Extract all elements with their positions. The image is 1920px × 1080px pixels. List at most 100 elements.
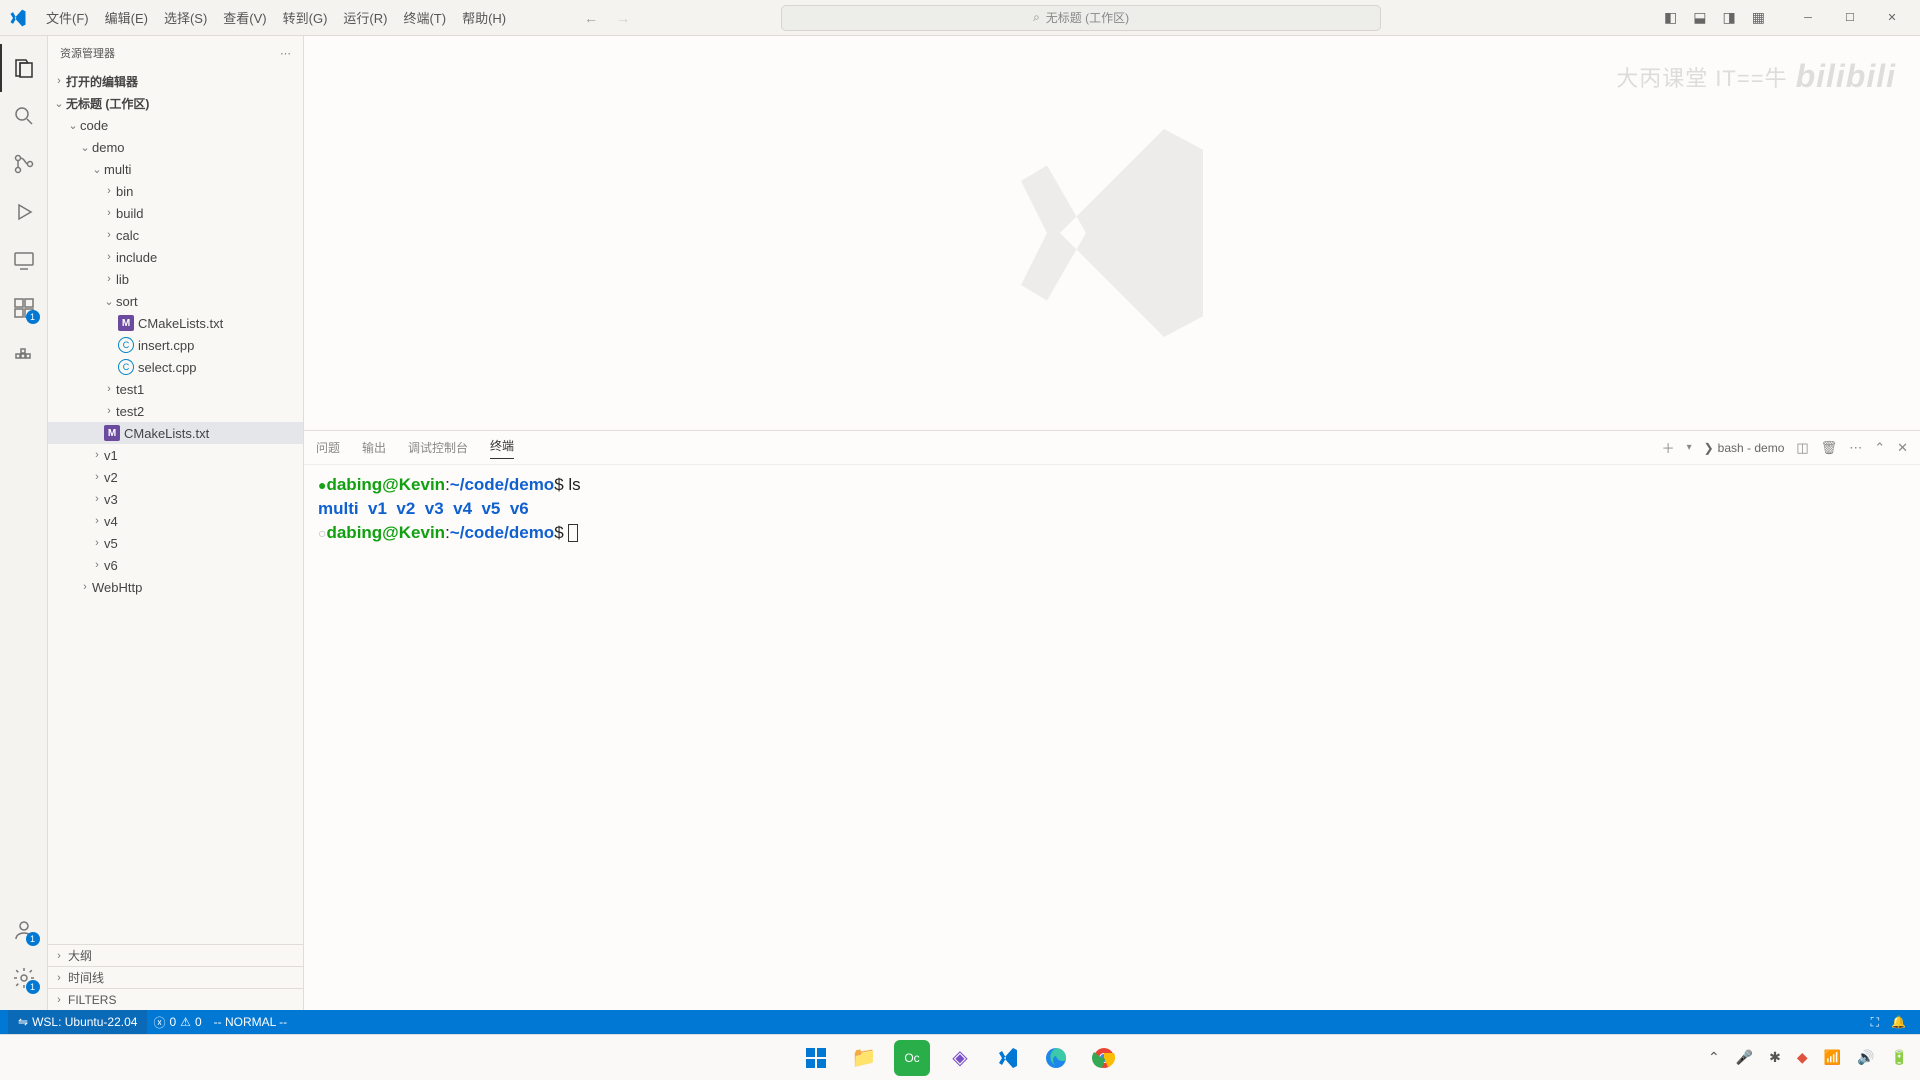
taskbar-start-icon[interactable]: [798, 1040, 834, 1076]
cpp-icon: C: [118, 337, 134, 353]
activity-extensions-icon[interactable]: 1: [0, 284, 48, 332]
folder-bin[interactable]: bin: [48, 180, 303, 202]
tray-app-icon[interactable]: ✱: [1769, 1049, 1781, 1066]
folder-demo[interactable]: demo: [48, 136, 303, 158]
folder-v4[interactable]: v4: [48, 510, 303, 532]
taskbar-chrome-icon[interactable]: [1086, 1040, 1122, 1076]
status-feedback-icon[interactable]: ⛶: [1865, 1015, 1885, 1030]
folder-lib[interactable]: lib: [48, 268, 303, 290]
panel-more-icon[interactable]: ⋯: [1849, 440, 1862, 456]
menu-help[interactable]: 帮助(H): [454, 4, 514, 31]
folder-v3[interactable]: v3: [48, 488, 303, 510]
vscode-logo: [8, 8, 28, 28]
nav-forward-icon[interactable]: →: [616, 10, 630, 26]
layout-sidebar-right-icon[interactable]: ◨: [1718, 6, 1741, 29]
folder-code[interactable]: code: [48, 114, 303, 136]
split-terminal-icon[interactable]: ◫: [1796, 440, 1808, 456]
new-terminal-icon[interactable]: ＋: [1662, 438, 1675, 457]
sidebar-explorer: 资源管理器 ⋯ 打开的编辑器 无标题 (工作区) code demo multi…: [48, 36, 304, 1010]
status-bar: ⇋WSL: Ubuntu-22.04 ⓧ0⚠0 -- NORMAL -- ⛶ 🔔: [0, 1010, 1920, 1034]
folder-multi[interactable]: multi: [48, 158, 303, 180]
file-tree: 打开的编辑器 无标题 (工作区) code demo multi bin bui…: [48, 70, 303, 944]
tab-debug-console[interactable]: 调试控制台: [408, 439, 468, 456]
folder-v1[interactable]: v1: [48, 444, 303, 466]
explorer-title: 资源管理器: [60, 45, 115, 61]
folder-build[interactable]: build: [48, 202, 303, 224]
taskbar-wechat-icon[interactable]: Oc: [894, 1040, 930, 1076]
activity-bar: 1 1 1: [0, 36, 48, 1010]
taskbar-vs-icon[interactable]: ◈: [942, 1040, 978, 1076]
activity-account-icon[interactable]: 1: [0, 906, 48, 954]
folder-v6[interactable]: v6: [48, 554, 303, 576]
folder-webhttp[interactable]: WebHttp: [48, 576, 303, 598]
menu-edit[interactable]: 编辑(E): [97, 4, 156, 31]
terminal-dropdown-icon[interactable]: ▾: [1687, 442, 1692, 453]
status-remote[interactable]: ⇋WSL: Ubuntu-22.04: [8, 1010, 147, 1034]
file-cmake-sort[interactable]: MCMakeLists.txt: [48, 312, 303, 334]
window-maximize-icon[interactable]: ☐: [1830, 4, 1870, 32]
menu-select[interactable]: 选择(S): [156, 4, 215, 31]
section-outline[interactable]: 大纲: [48, 944, 303, 966]
menu-file[interactable]: 文件(F): [38, 4, 97, 31]
layout-panel-icon[interactable]: ⬓: [1688, 6, 1711, 29]
tray-wifi-icon[interactable]: 📶: [1824, 1049, 1841, 1066]
error-icon: ⓧ: [153, 1014, 165, 1031]
folder-v2[interactable]: v2: [48, 466, 303, 488]
layout-sidebar-left-icon[interactable]: ◧: [1659, 6, 1682, 29]
file-cmake-multi[interactable]: MCMakeLists.txt: [48, 422, 303, 444]
activity-settings-icon[interactable]: 1: [0, 954, 48, 1002]
window-minimize-icon[interactable]: ─: [1788, 4, 1828, 32]
menu-terminal[interactable]: 终端(T): [395, 4, 454, 31]
activity-debug-icon[interactable]: [0, 188, 48, 236]
taskbar-edge-icon[interactable]: [1038, 1040, 1074, 1076]
folder-sort[interactable]: sort: [48, 290, 303, 312]
file-select-cpp[interactable]: Cselect.cpp: [48, 356, 303, 378]
menu-run[interactable]: 运行(R): [335, 4, 395, 31]
nav-back-icon[interactable]: ←: [584, 10, 598, 26]
tray-chevron-icon[interactable]: ⌃: [1708, 1049, 1720, 1066]
explorer-more-icon[interactable]: ⋯: [280, 47, 291, 60]
ext-badge: 1: [26, 310, 40, 324]
folder-v5[interactable]: v5: [48, 532, 303, 554]
folder-test1[interactable]: test1: [48, 378, 303, 400]
command-center[interactable]: ⌕ 无标题 (工作区): [781, 5, 1381, 31]
activity-scm-icon[interactable]: [0, 140, 48, 188]
tab-problems[interactable]: 问题: [316, 439, 340, 456]
search-placeholder: 无标题 (工作区): [1046, 9, 1129, 26]
menu-view[interactable]: 查看(V): [215, 4, 274, 31]
status-bell-icon[interactable]: 🔔: [1885, 1015, 1912, 1029]
warning-icon: ⚠: [180, 1015, 191, 1029]
activity-remote-icon[interactable]: [0, 236, 48, 284]
taskbar-vscode-icon[interactable]: [990, 1040, 1026, 1076]
menu-go[interactable]: 转到(G): [275, 4, 336, 31]
tray-volume-icon[interactable]: 🔊: [1857, 1049, 1874, 1066]
folder-calc[interactable]: calc: [48, 224, 303, 246]
tab-terminal[interactable]: 终端: [490, 437, 514, 459]
folder-include[interactable]: include: [48, 246, 303, 268]
taskbar-explorer-icon[interactable]: 📁: [846, 1040, 882, 1076]
tray-todesk-icon[interactable]: ◆: [1797, 1049, 1808, 1066]
kill-terminal-icon[interactable]: 🗑: [1821, 440, 1838, 456]
file-insert-cpp[interactable]: Cinsert.cpp: [48, 334, 303, 356]
panel-close-icon[interactable]: ✕: [1897, 440, 1908, 456]
window-close-icon[interactable]: ✕: [1872, 4, 1912, 32]
folder-test2[interactable]: test2: [48, 400, 303, 422]
terminal-content[interactable]: ●dabing@Kevin:~/code/demo$ ls multi v1 v…: [304, 465, 1920, 1010]
panel-tabs: 问题 输出 调试控制台 终端 ＋ ▾ ❯bash - demo ◫ 🗑 ⋯ ⌃ …: [304, 431, 1920, 465]
section-workspace[interactable]: 无标题 (工作区): [48, 92, 303, 114]
terminal-shell-label[interactable]: ❯bash - demo: [1704, 441, 1785, 455]
activity-search-icon[interactable]: [0, 92, 48, 140]
activity-docker-icon[interactable]: [0, 332, 48, 380]
tray-mic-icon[interactable]: 🎤: [1736, 1049, 1753, 1066]
activity-explorer-icon[interactable]: [0, 44, 48, 92]
layout-customize-icon[interactable]: ▦: [1747, 6, 1770, 29]
terminal-cursor: [568, 524, 578, 542]
panel-maximize-icon[interactable]: ⌃: [1874, 440, 1885, 456]
status-problems[interactable]: ⓧ0⚠0: [147, 1010, 207, 1034]
section-open-editors[interactable]: 打开的编辑器: [48, 70, 303, 92]
section-timeline[interactable]: 时间线: [48, 966, 303, 988]
search-icon: ⌕: [1033, 10, 1040, 25]
tray-battery-icon[interactable]: 🔋: [1891, 1049, 1908, 1066]
tab-output[interactable]: 输出: [362, 439, 386, 456]
section-filters[interactable]: FILTERS: [48, 988, 303, 1010]
